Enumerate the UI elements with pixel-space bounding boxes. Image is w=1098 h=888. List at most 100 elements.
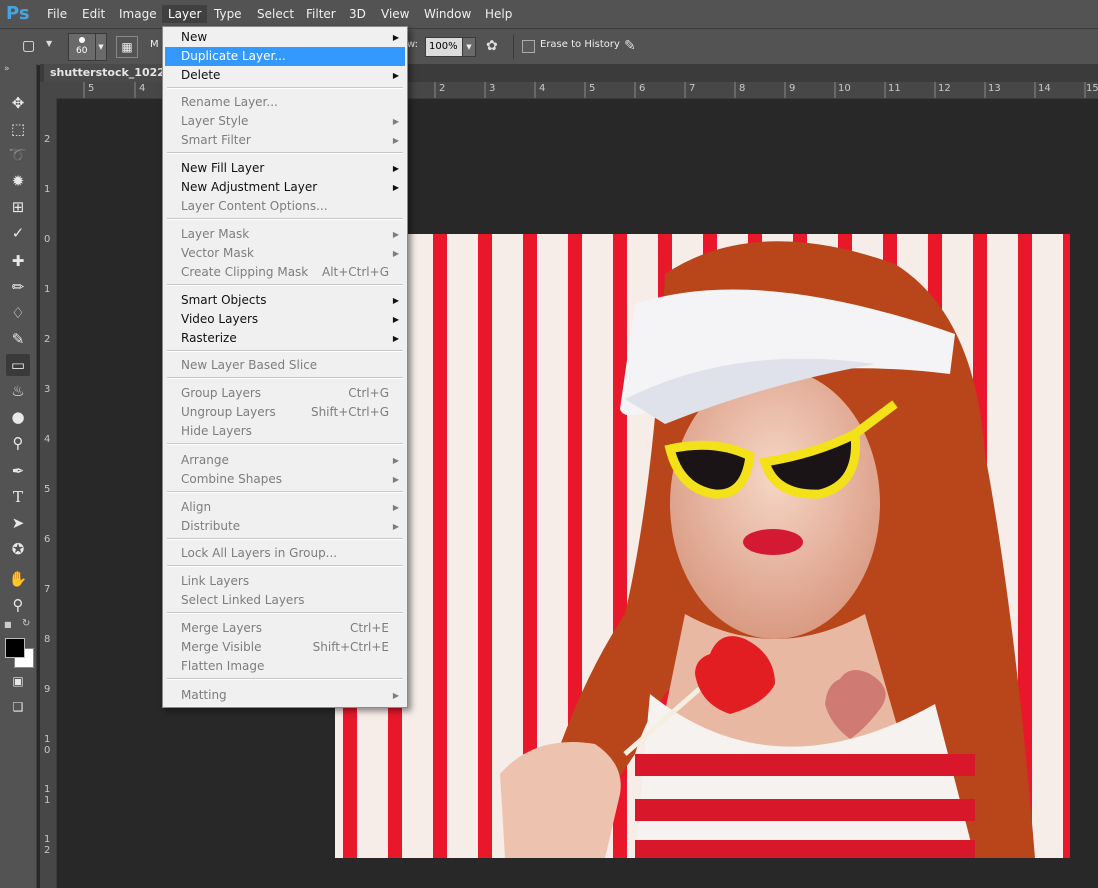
- flow-dropdown-arrow[interactable]: ▼: [462, 37, 476, 57]
- healing-brush-tool-icon[interactable]: ✚: [6, 250, 30, 272]
- menu-layer[interactable]: Layer: [162, 5, 208, 23]
- ruler-label: 3: [489, 83, 496, 94]
- menu-item-layer-mask[interactable]: Layer Mask ▶: [165, 225, 405, 244]
- ruler-label: 10: [838, 83, 851, 94]
- menu-item-duplicate-layer[interactable]: Duplicate Layer...: [165, 47, 405, 66]
- default-colors-icon[interactable]: ■: [4, 620, 12, 629]
- quick-mask-icon[interactable]: ▣: [6, 670, 30, 692]
- history-brush-tool-icon[interactable]: ✎: [6, 328, 30, 350]
- brush-size-picker[interactable]: 60: [68, 33, 96, 61]
- menu-item-matting[interactable]: Matting ▶: [165, 686, 405, 705]
- menu-item-arrange[interactable]: Arrange ▶: [165, 451, 405, 470]
- ruler-label: 11: [888, 83, 901, 94]
- menu-separator: [167, 350, 403, 352]
- submenu-arrow-icon: ▶: [392, 522, 399, 531]
- menu-separator: [167, 377, 403, 379]
- menu-window[interactable]: Window: [422, 5, 473, 23]
- move-tool-icon[interactable]: ✥: [6, 92, 30, 114]
- menu-item-merge-layers[interactable]: Merge Layers Ctrl+E: [165, 619, 405, 638]
- menu-item-distribute[interactable]: Distribute ▶: [165, 517, 405, 536]
- menu-help[interactable]: Help: [483, 5, 514, 23]
- menu-item-hide-layers[interactable]: Hide Layers: [165, 422, 405, 441]
- erase-to-history-checkbox[interactable]: [522, 40, 535, 53]
- chevron-down-icon[interactable]: ▼: [46, 39, 52, 48]
- menu-item-smart-filter[interactable]: Smart Filter ▶: [165, 131, 405, 150]
- quick-select-tool-icon[interactable]: ✹: [6, 170, 30, 192]
- ruler-label: 1 0: [44, 734, 51, 756]
- type-tool-icon[interactable]: T: [6, 486, 30, 508]
- custom-shape-tool-icon[interactable]: ✪: [6, 538, 30, 560]
- menu-item-combine-shapes[interactable]: Combine Shapes ▶: [165, 470, 405, 489]
- brush-dropdown-arrow[interactable]: ▼: [95, 33, 107, 61]
- ruler-label: 6: [639, 83, 646, 94]
- menu-item-align[interactable]: Align ▶: [165, 498, 405, 517]
- clone-stamp-tool-icon[interactable]: ♢: [6, 302, 30, 324]
- menu-item-select-linked-layers[interactable]: Select Linked Layers: [165, 591, 405, 610]
- ruler-label: 1: [44, 284, 51, 295]
- screen-mode-icon[interactable]: ❑: [6, 696, 30, 718]
- menu-separator: [167, 612, 403, 614]
- flow-input[interactable]: 100%: [425, 37, 466, 57]
- menu-separator: [167, 565, 403, 567]
- submenu-arrow-icon: ▶: [392, 230, 399, 239]
- crop-tool-icon[interactable]: ⊞: [6, 196, 30, 218]
- path-select-tool-icon[interactable]: ➤: [6, 512, 30, 534]
- menu-item-create-clipping-mask[interactable]: Create Clipping Mask Alt+Ctrl+G: [165, 263, 405, 282]
- ruler-label: 9: [44, 684, 51, 695]
- menu-file[interactable]: File: [45, 5, 69, 23]
- menu-item-ungroup-layers[interactable]: Ungroup Layers Shift+Ctrl+G: [165, 403, 405, 422]
- lasso-tool-icon[interactable]: ➰: [6, 144, 30, 166]
- menu-item-lock-all-layers-in-group[interactable]: Lock All Layers in Group...: [165, 544, 405, 563]
- ruler-label: 4: [139, 83, 146, 94]
- ruler-label: 4: [539, 83, 546, 94]
- menu-item-new[interactable]: New ▶: [165, 28, 405, 47]
- airbrush-icon[interactable]: ✿: [486, 37, 506, 55]
- menu-item-rename-layer[interactable]: Rename Layer...: [165, 93, 405, 112]
- pen-tool-icon[interactable]: ✒: [6, 460, 30, 482]
- menu-item-delete[interactable]: Delete ▶: [165, 66, 405, 85]
- paint-bucket-tool-icon[interactable]: ♨: [6, 380, 30, 402]
- menu-edit[interactable]: Edit: [80, 5, 107, 23]
- shortcut-label: Shift+Ctrl+E: [312, 640, 389, 654]
- menu-item-layer-style[interactable]: Layer Style ▶: [165, 112, 405, 131]
- menu-item-group-layers[interactable]: Group Layers Ctrl+G: [165, 384, 405, 403]
- eyedropper-tool-icon[interactable]: ✓: [6, 222, 30, 244]
- pressure-size-icon[interactable]: ✎: [624, 36, 644, 56]
- document-tab[interactable]: shutterstock_1022673: [44, 64, 168, 82]
- document-image[interactable]: [335, 234, 1070, 858]
- brush-panel-icon[interactable]: ▦: [116, 36, 138, 58]
- menu-select[interactable]: Select: [255, 5, 296, 23]
- zoom-tool-icon[interactable]: ⚲: [6, 594, 30, 616]
- submenu-arrow-icon: ▶: [392, 315, 399, 324]
- submenu-arrow-icon: ▶: [392, 503, 399, 512]
- menu-item-layer-content-options[interactable]: Layer Content Options...: [165, 197, 405, 216]
- dodge-tool-icon[interactable]: ⚲: [6, 432, 30, 454]
- swap-colors-icon[interactable]: ↻: [22, 618, 30, 629]
- menu-item-new-layer-based-slice[interactable]: New Layer Based Slice: [165, 356, 405, 375]
- menu-item-link-layers[interactable]: Link Layers: [165, 572, 405, 591]
- shortcut-label: Ctrl+E: [350, 621, 389, 635]
- foreground-color-swatch[interactable]: [5, 638, 25, 658]
- menu-item-merge-visible[interactable]: Merge Visible Shift+Ctrl+E: [165, 638, 405, 657]
- hand-tool-icon[interactable]: ✋: [6, 568, 30, 590]
- menu-item-rasterize[interactable]: Rasterize ▶: [165, 329, 405, 348]
- menu-item-video-layers[interactable]: Video Layers ▶: [165, 310, 405, 329]
- menu-item-new-fill-layer[interactable]: New Fill Layer ▶: [165, 159, 405, 178]
- menu-item-flatten-image[interactable]: Flatten Image: [165, 657, 405, 676]
- menu-item-new-adjustment-layer[interactable]: New Adjustment Layer ▶: [165, 178, 405, 197]
- menu-3d[interactable]: 3D: [347, 5, 368, 23]
- menu-view[interactable]: View: [379, 5, 411, 23]
- brush-tool-icon[interactable]: ✏: [6, 276, 30, 298]
- menu-separator: [167, 152, 403, 154]
- collapse-icon[interactable]: »: [4, 64, 10, 74]
- eraser-preset-icon[interactable]: ▢: [22, 37, 42, 55]
- eraser-tool-icon[interactable]: ▭: [6, 354, 30, 376]
- menu-item-vector-mask[interactable]: Vector Mask ▶: [165, 244, 405, 263]
- menu-image[interactable]: Image: [117, 5, 159, 23]
- menu-filter[interactable]: Filter: [304, 5, 338, 23]
- menu-item-smart-objects[interactable]: Smart Objects ▶: [165, 291, 405, 310]
- ruler-label: 7: [689, 83, 696, 94]
- menu-type[interactable]: Type: [212, 5, 244, 23]
- blur-tool-icon[interactable]: ●: [6, 406, 30, 428]
- marquee-tool-icon[interactable]: ⬚: [6, 118, 30, 140]
